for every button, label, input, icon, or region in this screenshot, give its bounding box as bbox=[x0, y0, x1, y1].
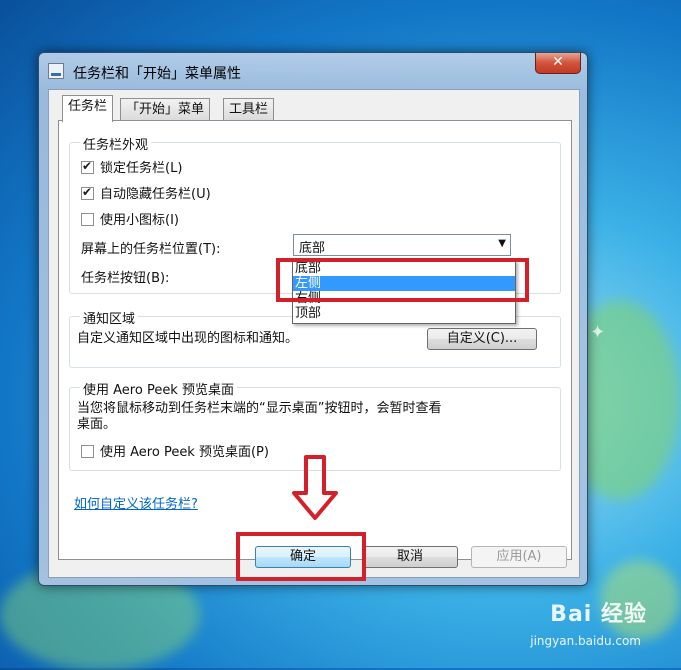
autohide-checkbox[interactable] bbox=[81, 185, 94, 200]
lock-taskbar-checkbox[interactable] bbox=[81, 159, 94, 174]
aero-peek-group-title: 使用 Aero Peek 预览桌面 bbox=[80, 379, 237, 398]
tab-taskbar[interactable]: 任务栏 bbox=[62, 95, 114, 122]
taskbar-position-value: 底部 bbox=[299, 241, 326, 256]
baidu-url: jingyan.baidu.com bbox=[530, 634, 641, 648]
aero-peek-description-line1: 当您将鼠标移动到任务栏末端的“显示桌面”按钮时，会暂时查看 bbox=[77, 401, 442, 416]
small-icons-checkbox[interactable] bbox=[81, 213, 94, 226]
taskbar-position-select[interactable]: 底部 ▼ bbox=[293, 234, 511, 256]
notification-group-title: 通知区域 bbox=[80, 308, 139, 327]
title-bar[interactable]: 任务栏和「开始」菜单属性 ✕ bbox=[39, 53, 587, 89]
small-icons-option[interactable]: 使用小图标(I) bbox=[81, 209, 179, 228]
apply-button[interactable]: 应用(A) bbox=[471, 546, 567, 568]
help-link[interactable]: 如何自定义该任务栏? bbox=[74, 493, 198, 512]
annotation-ok-box bbox=[236, 532, 366, 581]
aero-peek-label: 使用 Aero Peek 预览桌面(P) bbox=[100, 445, 269, 460]
customize-button[interactable]: 自定义(C)... bbox=[427, 328, 537, 350]
appearance-group-title: 任务栏外观 bbox=[80, 134, 152, 153]
notification-description: 自定义通知区域中出现的图标和通知。 bbox=[77, 331, 299, 346]
autohide-option[interactable]: 自动隐藏任务栏(U) bbox=[81, 183, 211, 202]
butterfly-icon: ✦ bbox=[590, 322, 606, 343]
cancel-button[interactable]: 取消 bbox=[362, 546, 458, 568]
window-title: 任务栏和「开始」菜单属性 bbox=[73, 66, 241, 82]
aero-peek-description-line2: 桌面。 bbox=[77, 417, 117, 432]
tab-toolbars[interactable]: 工具栏 bbox=[223, 98, 275, 121]
lock-taskbar-label: 锁定任务栏(L) bbox=[100, 161, 183, 176]
taskbar-buttons-label: 任务栏按钮(B): bbox=[81, 271, 170, 286]
position-label: 屏幕上的任务栏位置(T): bbox=[81, 242, 221, 257]
autohide-label: 自动隐藏任务栏(U) bbox=[100, 187, 211, 202]
chevron-down-icon: ▼ bbox=[498, 238, 506, 249]
aero-peek-checkbox[interactable] bbox=[81, 445, 94, 458]
small-icons-label: 使用小图标(I) bbox=[100, 213, 179, 228]
option-top[interactable]: 顶部 bbox=[293, 306, 515, 321]
baidu-logo: Bai 经验 bbox=[550, 602, 647, 627]
taskbar-app-icon bbox=[48, 63, 64, 79]
aero-peek-option[interactable]: 使用 Aero Peek 预览桌面(P) bbox=[81, 441, 269, 460]
annotation-arrow-icon bbox=[292, 455, 338, 520]
tab-start-menu[interactable]: 「开始」菜单 bbox=[120, 98, 211, 121]
annotation-highlight-box bbox=[276, 258, 529, 302]
lock-taskbar-option[interactable]: 锁定任务栏(L) bbox=[81, 157, 182, 176]
close-button[interactable]: ✕ bbox=[535, 53, 581, 74]
